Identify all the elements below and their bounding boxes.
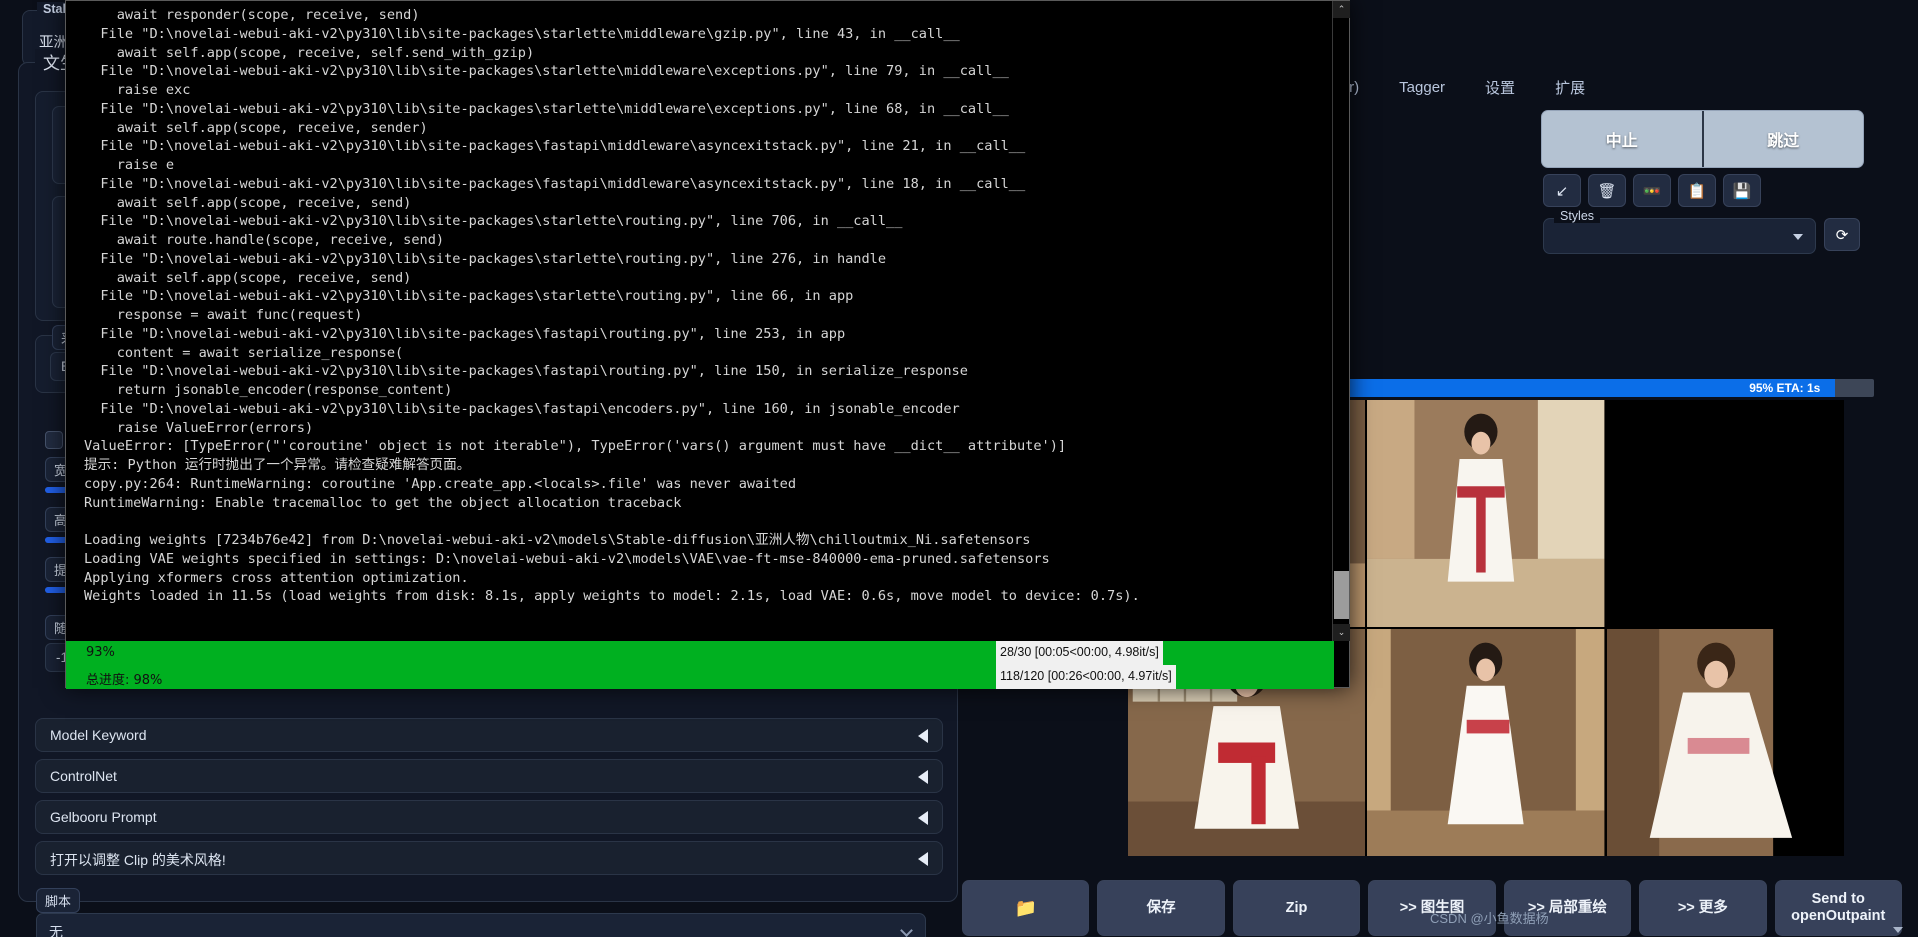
accordion-clip-style-label: 打开以调整 Clip 的美术风格!	[50, 852, 226, 868]
traffic-light-icon[interactable]: 🚥	[1633, 174, 1671, 207]
script-select[interactable]: 无	[36, 913, 926, 937]
console-progress-iters-step: 28/30 [00:05<00:00, 4.98it/s]	[996, 641, 1163, 665]
interrupt-button[interactable]: 中止	[1542, 111, 1702, 167]
folder-icon: 📁	[1014, 897, 1037, 918]
gallery-image-5[interactable]	[1367, 629, 1605, 856]
tab-extensions[interactable]: 扩展	[1555, 77, 1585, 98]
accordion-model-keyword[interactable]: Model Keyword	[35, 718, 943, 752]
styles-dropdown[interactable]: Styles	[1543, 209, 1816, 254]
arrow-down-left-icon[interactable]: ↙	[1543, 174, 1581, 207]
script-section-label: 脚本	[36, 888, 81, 913]
send-to-openoutpaint-label: Send to openOutpaint	[1791, 891, 1886, 924]
chevron-down-icon	[1793, 234, 1803, 240]
accordion-model-keyword-label: Model Keyword	[50, 727, 147, 743]
refresh-styles-button[interactable]: ⟳	[1824, 218, 1860, 251]
gallery-image-6[interactable]	[1606, 629, 1844, 856]
accordion-controlnet-label: ControlNet	[50, 768, 117, 784]
gallery-image-2[interactable]	[1367, 400, 1605, 627]
zip-button[interactable]: Zip	[1232, 880, 1361, 936]
chevron-left-icon	[918, 729, 928, 743]
face-restore-checkbox[interactable]	[45, 431, 63, 449]
accordion-controlnet[interactable]: ControlNet	[35, 759, 943, 793]
open-folder-button[interactable]: 📁	[962, 880, 1090, 936]
styles-label: Styles	[1554, 209, 1601, 223]
console-progress-iters-total: 118/120 [00:26<00:00, 4.97it/s]	[996, 665, 1176, 689]
gallery-image-3[interactable]	[1606, 400, 1844, 627]
console-scrollbar[interactable]: ⌃ ⌄	[1332, 1, 1350, 641]
chevron-down-icon	[900, 924, 913, 937]
chevron-left-icon	[918, 852, 928, 866]
generate-control-buttons[interactable]: 中止 跳过	[1541, 110, 1864, 168]
console-progress-percent-total: 总进度: 98%	[86, 673, 163, 688]
generation-progress-text: 95% ETA: 1s	[1749, 381, 1821, 395]
refresh-icon: ⟳	[1835, 226, 1849, 244]
trash-icon[interactable]: 🗑	[1588, 174, 1626, 207]
scroll-up-icon[interactable]: ⌃	[1333, 1, 1350, 18]
skip-button[interactable]: 跳过	[1704, 111, 1864, 167]
tab-settings[interactable]: 设置	[1485, 77, 1515, 98]
chevron-left-icon	[918, 811, 928, 825]
console-window[interactable]: await responder(scope, receive, send) Fi…	[65, 0, 1350, 689]
clipboard-icon[interactable]: 📋	[1678, 174, 1716, 207]
scroll-down-icon[interactable]: ⌄	[1333, 624, 1350, 641]
send-to-more-button[interactable]: >> 更多	[1639, 880, 1767, 936]
script-select-value: 无	[49, 924, 63, 937]
save-button[interactable]: 保存	[1097, 880, 1225, 936]
watermark: CSDN @小鱼数据杨	[1430, 911, 1549, 926]
main-tabs[interactable]: izer) Tagger 设置 扩展	[1330, 70, 1585, 104]
floppy-disk-icon[interactable]: 💾	[1723, 174, 1761, 207]
console-progress-percent-step: 93%	[86, 645, 115, 660]
accordion-clip-style[interactable]: 打开以调整 Clip 的美术风格!	[35, 841, 943, 875]
chevron-left-icon	[918, 770, 928, 784]
send-to-openoutpaint-button[interactable]: Send to openOutpaint	[1774, 880, 1903, 936]
accordion-gelbooru-prompt-label: Gelbooru Prompt	[50, 809, 157, 825]
accordion-gelbooru-prompt[interactable]: Gelbooru Prompt	[35, 800, 943, 834]
prompt-tool-buttons[interactable]: ↙ 🗑 🚥 📋 💾	[1543, 174, 1761, 207]
tab-tagger[interactable]: Tagger	[1399, 79, 1445, 96]
console-output: await responder(scope, receive, send) Fi…	[84, 7, 1140, 605]
screen: Stable Diffusion checkpoint 亚洲人物\chillou…	[0, 0, 1918, 937]
scrollbar-thumb[interactable]	[1334, 571, 1349, 619]
chevron-down-icon	[1892, 927, 1903, 933]
